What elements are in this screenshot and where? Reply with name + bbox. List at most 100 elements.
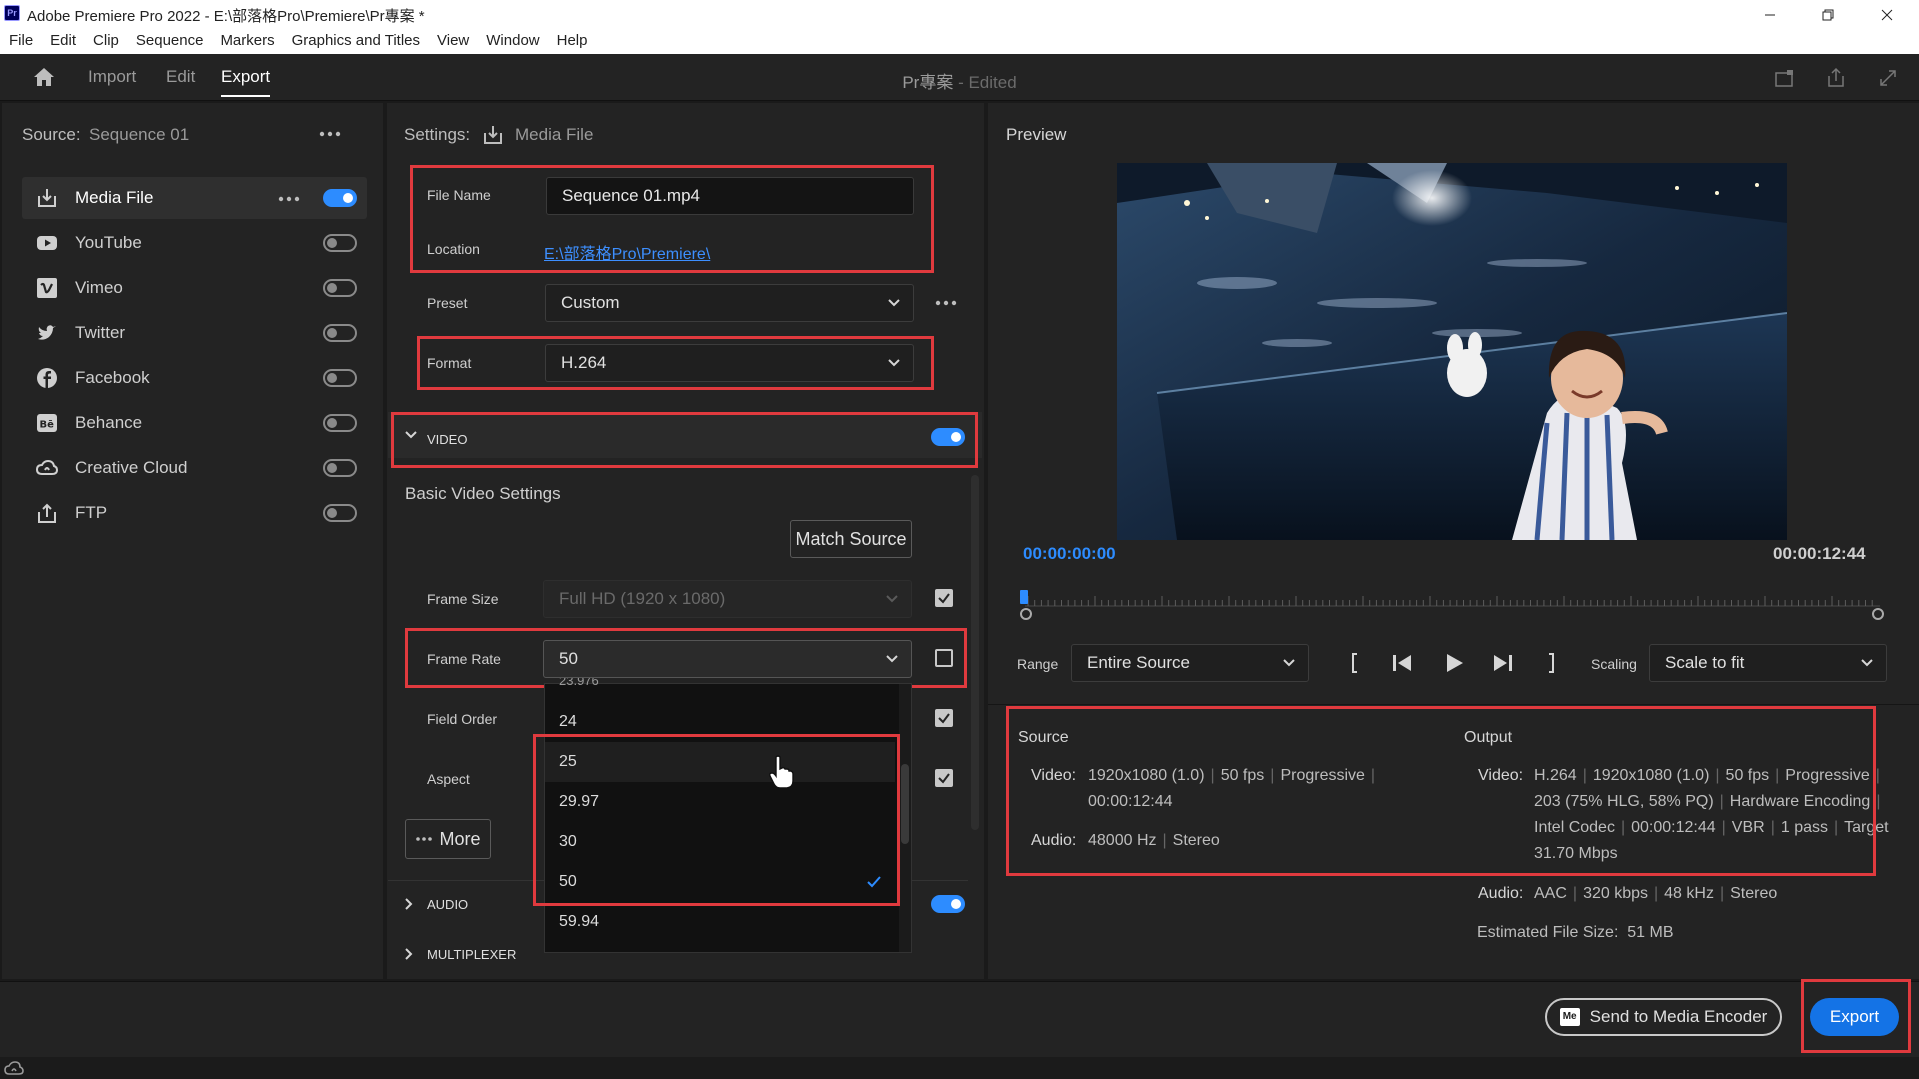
ftp-toggle[interactable] — [323, 504, 357, 522]
source-more-button[interactable] — [319, 131, 341, 137]
facebook-toggle[interactable] — [323, 369, 357, 387]
frame-size-dropdown[interactable]: Full HD (1920 x 1080) — [543, 580, 912, 618]
creative-cloud-toggle[interactable] — [323, 459, 357, 477]
range-dropdown[interactable]: Entire Source — [1071, 644, 1309, 682]
quick-export-button[interactable] — [1774, 68, 1796, 88]
tab-export[interactable]: Export — [221, 67, 271, 97]
menu-window[interactable]: Window — [486, 29, 539, 54]
twitter-toggle[interactable] — [323, 324, 357, 342]
menu-file[interactable]: File — [9, 29, 33, 54]
timecode-current[interactable]: 00:00:00:00 — [1023, 544, 1116, 564]
export-file-icon — [38, 189, 56, 207]
tab-edit[interactable]: Edit — [166, 67, 195, 87]
vimeo-toggle[interactable] — [323, 279, 357, 297]
settings-scrollbar[interactable] — [971, 475, 979, 830]
playhead[interactable] — [1020, 590, 1028, 604]
frame-rate-option-selected[interactable]: 50 — [545, 862, 895, 902]
restore-button[interactable] — [1805, 0, 1851, 29]
frame-rate-option[interactable]: 29.97 — [545, 782, 895, 822]
frame-rate-option-hovered[interactable]: 25 — [545, 742, 895, 782]
frame-rate-option[interactable]: 24 — [545, 702, 895, 742]
more-horizontal-icon — [935, 300, 957, 306]
preview-video-frame[interactable] — [1117, 163, 1787, 540]
frame-rate-option[interactable]: 59.94 — [545, 902, 895, 942]
output-video-line3: Intel Codec | 00:00:12:44 | VBR | 1 pass | Targe… — [1534, 819, 1889, 836]
menu-markers[interactable]: Markers — [220, 29, 274, 54]
restore-icon — [1822, 9, 1834, 20]
fullscreen-button[interactable] — [1877, 67, 1899, 89]
behance-toggle[interactable] — [323, 414, 357, 432]
share-button[interactable] — [1825, 66, 1847, 88]
range-value: Entire Source — [1087, 653, 1190, 672]
youtube-toggle[interactable] — [323, 234, 357, 252]
home-button[interactable] — [32, 66, 56, 88]
creative-cloud-status-icon[interactable] — [4, 1060, 24, 1076]
step-back-button[interactable] — [1391, 652, 1415, 674]
menu-help[interactable]: Help — [557, 29, 588, 54]
destination-behance[interactable]: Bē Behance — [22, 402, 367, 444]
format-dropdown[interactable]: H.264 — [545, 344, 914, 382]
export-button[interactable]: Export — [1810, 998, 1899, 1036]
preview-divider — [988, 704, 1919, 705]
window-title: Adobe Premiere Pro 2022 - E:\部落格Pro\Prem… — [27, 8, 425, 25]
frame-rate-option-label: 50 — [559, 873, 577, 890]
field-order-match-checkbox[interactable] — [935, 709, 953, 727]
frame-rate-option-partial[interactable]: 23.976 — [559, 678, 599, 690]
options-scrollbar-thumb[interactable] — [901, 764, 909, 844]
export-file-icon — [484, 126, 502, 144]
options-scrollbar-track[interactable] — [899, 684, 911, 952]
source-sequence-name: Sequence 01 — [89, 125, 190, 144]
file-name-input[interactable]: Sequence 01.mp4 — [546, 177, 914, 215]
match-source-button[interactable]: Match Source — [790, 520, 912, 558]
mark-out-button[interactable] — [1544, 652, 1558, 674]
svg-text:Bē: Bē — [40, 420, 55, 431]
mark-in-button[interactable] — [1348, 652, 1362, 674]
minimize-button[interactable] — [1747, 0, 1793, 29]
frame-rate-dropdown[interactable]: 50 — [543, 640, 912, 678]
in-point-handle[interactable] — [1020, 608, 1032, 620]
menu-sequence[interactable]: Sequence — [136, 29, 204, 54]
media-file-toggle[interactable] — [323, 189, 357, 207]
chevron-down-icon — [888, 299, 900, 307]
out-point-handle[interactable] — [1872, 608, 1884, 620]
location-link[interactable]: E:\部落格Pro\Premiere\ — [544, 240, 710, 264]
frame-rate-match-checkbox[interactable] — [935, 649, 953, 667]
creative-cloud-icon — [36, 459, 58, 475]
destination-ftp[interactable]: FTP — [22, 492, 367, 534]
menu-view[interactable]: View — [437, 29, 469, 54]
preset-dropdown[interactable]: Custom — [545, 284, 914, 322]
timecode-duration: 00:00:12:44 — [1773, 544, 1866, 563]
menu-clip[interactable]: Clip — [93, 29, 119, 54]
audio-section-title[interactable]: AUDIO — [427, 897, 468, 912]
destination-youtube[interactable]: YouTube — [22, 222, 367, 264]
destination-twitter[interactable]: Twitter — [22, 312, 367, 354]
destination-media-file[interactable]: Media File — [22, 177, 367, 219]
frame-rate-option[interactable]: 30 — [545, 822, 895, 862]
media-encoder-icon: Me — [1559, 1008, 1580, 1026]
aspect-match-checkbox[interactable] — [935, 769, 953, 787]
media-file-more-button[interactable] — [278, 196, 300, 202]
preset-more-button[interactable] — [935, 300, 957, 306]
tab-import[interactable]: Import — [88, 67, 136, 87]
destination-vimeo[interactable]: Vimeo — [22, 267, 367, 309]
play-button[interactable] — [1443, 652, 1465, 674]
checkmark-icon — [867, 876, 881, 888]
video-toggle[interactable] — [931, 428, 965, 446]
scaling-dropdown[interactable]: Scale to fit — [1649, 644, 1887, 682]
destination-facebook[interactable]: Facebook — [22, 357, 367, 399]
step-forward-button[interactable] — [1490, 652, 1514, 674]
settings-label: Settings: — [404, 125, 471, 144]
destination-creative-cloud[interactable]: Creative Cloud — [22, 447, 367, 489]
output-video-label: Video: — [1478, 767, 1524, 784]
audio-toggle[interactable] — [931, 895, 965, 913]
frame-size-match-checkbox[interactable] — [935, 589, 953, 607]
more-settings-button[interactable]: More — [405, 819, 491, 859]
menu-graphics-and-titles[interactable]: Graphics and Titles — [292, 29, 420, 54]
preview-timeline[interactable] — [1020, 588, 1884, 620]
video-section-header[interactable] — [388, 412, 982, 458]
menu-edit[interactable]: Edit — [50, 29, 76, 54]
send-to-media-encoder-button[interactable]: Me Send to Media Encoder — [1545, 998, 1782, 1036]
multiplexer-section-title[interactable]: MULTIPLEXER — [427, 947, 516, 962]
scaling-label: Scaling — [1591, 656, 1637, 672]
close-window-button[interactable] — [1864, 0, 1910, 29]
